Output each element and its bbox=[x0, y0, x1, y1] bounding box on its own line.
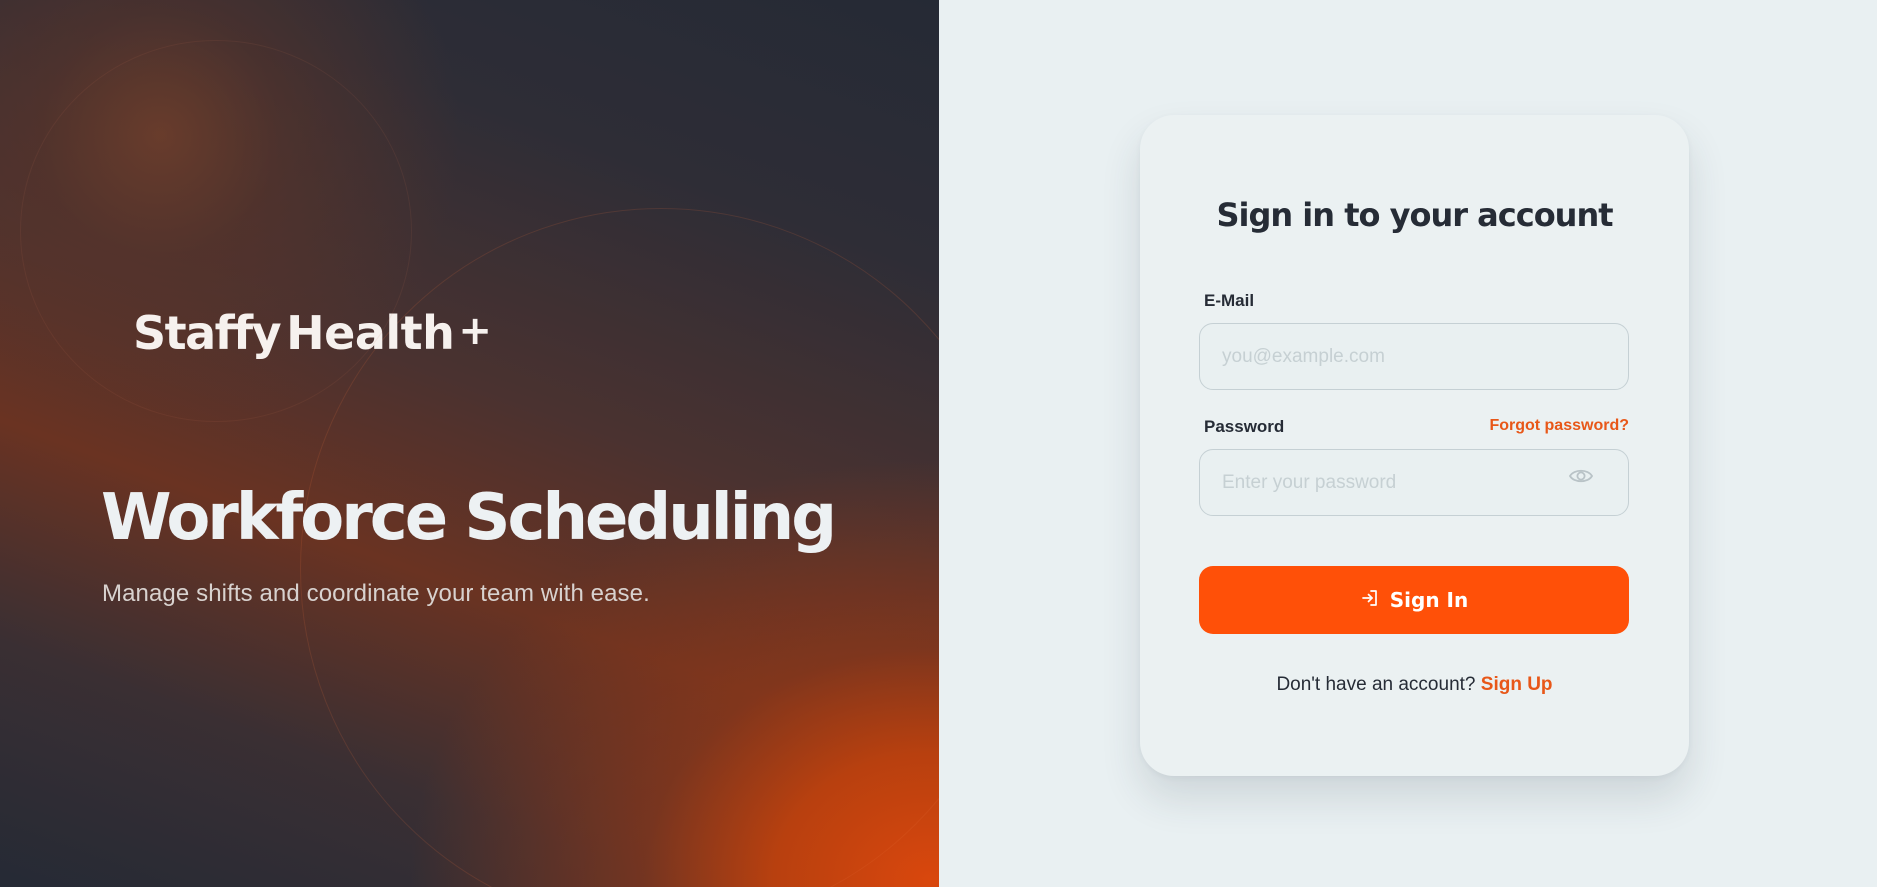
login-title: Sign in to your account bbox=[1216, 196, 1613, 234]
brand-logo-plus: + bbox=[458, 308, 492, 354]
signup-prompt: Don't have an account? bbox=[1276, 674, 1476, 695]
brand-logo-part-staffy: Staffy bbox=[133, 306, 282, 360]
forgot-password-link[interactable]: Forgot password? bbox=[1489, 417, 1629, 435]
sign-in-button[interactable]: Sign In bbox=[1199, 566, 1629, 634]
email-label: E-Mail bbox=[1204, 291, 1255, 310]
email-input[interactable] bbox=[1199, 323, 1629, 390]
brand-logo: Staffy Health + bbox=[133, 306, 492, 366]
hero-title: Workforce Scheduling bbox=[101, 481, 837, 555]
password-input[interactable] bbox=[1199, 449, 1629, 516]
password-label: Password bbox=[1204, 417, 1285, 436]
eye-icon[interactable] bbox=[1568, 466, 1594, 486]
sign-in-label: Sign In bbox=[1389, 588, 1469, 612]
login-card: Sign in to your account E-Mail Password … bbox=[1140, 115, 1689, 776]
sign-up-link[interactable]: Sign Up bbox=[1481, 674, 1553, 695]
login-icon bbox=[1360, 588, 1380, 613]
hero-panel: Staffy Health + Workforce Scheduling Man… bbox=[0, 0, 939, 887]
brand-logo-part-health: Health bbox=[286, 306, 455, 360]
hero-subtitle: Manage shifts and coordinate your team w… bbox=[102, 580, 650, 607]
signup-row: Don't have an account? Sign Up bbox=[1140, 674, 1689, 696]
